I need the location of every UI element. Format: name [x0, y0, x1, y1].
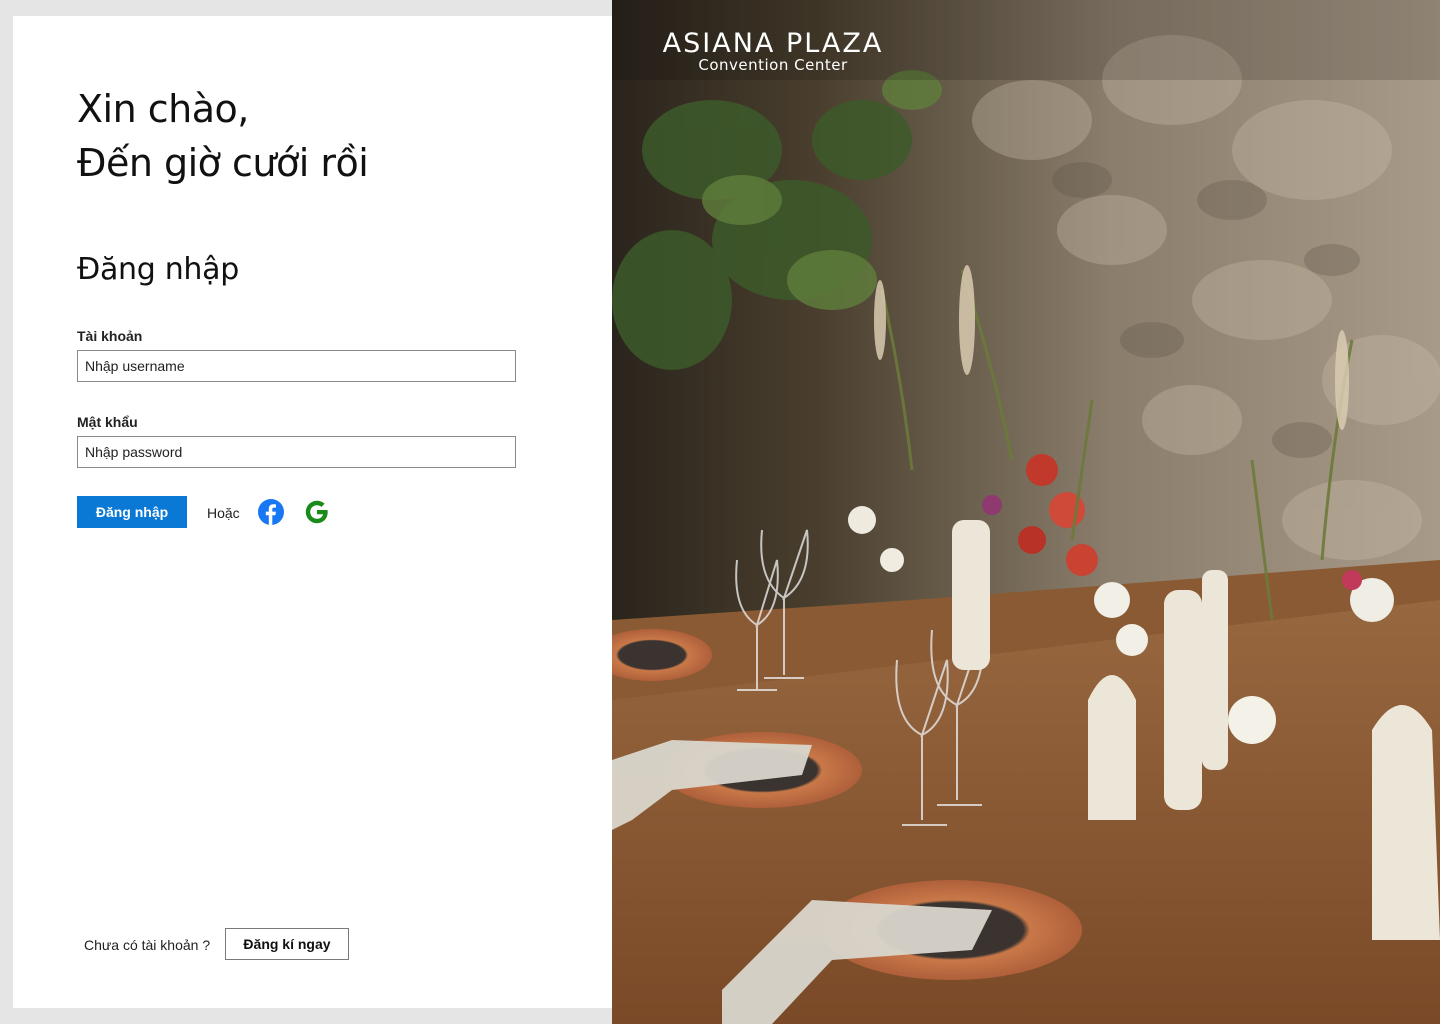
- google-icon[interactable]: [304, 499, 330, 525]
- login-button[interactable]: Đăng nhập: [77, 496, 187, 528]
- wedding-table-photo: [612, 0, 1440, 1024]
- username-input[interactable]: [77, 350, 516, 382]
- greeting: Xin chào, Đến giờ cưới rồi: [77, 82, 369, 190]
- login-heading: Đăng nhập: [77, 252, 239, 287]
- username-label: Tài khoản: [77, 328, 143, 344]
- password-input[interactable]: [77, 436, 516, 468]
- password-label: Mật khẩu: [77, 414, 138, 430]
- signup-button[interactable]: Đăng kí ngay: [225, 928, 349, 960]
- facebook-icon[interactable]: [258, 499, 284, 525]
- greeting-line-1: Xin chào,: [77, 87, 249, 131]
- brand-subtitle: Convention Center: [698, 56, 848, 74]
- hero-photo: ASIANA PLAZA Convention Center: [612, 0, 1440, 1024]
- login-card: Xin chào, Đến giờ cưới rồi Đăng nhập Tài…: [13, 16, 612, 1008]
- brand-logo: ASIANA PLAZA Convention Center: [612, 28, 934, 74]
- signup-prompt: Chưa có tài khoản ?: [84, 937, 211, 953]
- or-label: Hoặc: [207, 505, 240, 521]
- brand-name: ASIANA PLAZA: [662, 28, 884, 59]
- greeting-line-2: Đến giờ cưới rồi: [77, 141, 369, 185]
